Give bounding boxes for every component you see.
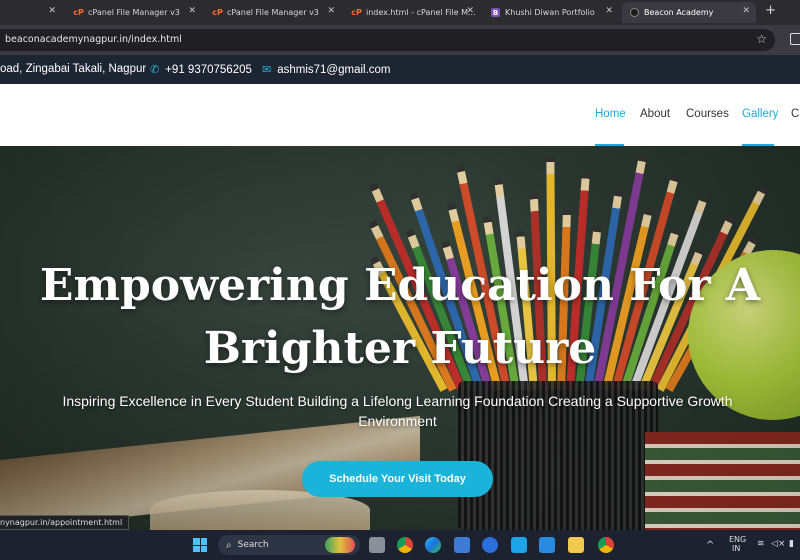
contact-topbar: oad, Zingabai Takali, Nagpur ✆ +91 93707…: [0, 55, 800, 84]
address-text: oad, Zingabai Takali, Nagpur: [0, 63, 147, 75]
tab-title: Beacon Academy: [644, 8, 714, 17]
tab-title: cPanel File Manager v3: [88, 8, 180, 17]
extensions-icon[interactable]: [790, 33, 800, 45]
new-tab-icon[interactable]: +: [765, 3, 776, 18]
windows-start-icon[interactable]: [193, 538, 207, 552]
tab-title: Khushi Diwan Portfolio: [505, 8, 595, 17]
widgets-icon[interactable]: [325, 537, 355, 553]
envelope-icon: ✉: [262, 64, 272, 76]
battery-icon[interactable]: ▮: [789, 539, 794, 549]
close-tab-icon[interactable]: ✕: [327, 6, 335, 16]
schedule-visit-button[interactable]: Schedule Your Visit Today: [302, 461, 493, 497]
close-tab-icon[interactable]: ✕: [466, 6, 474, 16]
lang-region: IN: [732, 544, 741, 553]
phone-icon: ✆: [150, 64, 160, 76]
browser-tab-2[interactable]: cP cPanel File Manager v3 ✕: [66, 2, 202, 23]
notepad-icon[interactable]: [454, 537, 470, 553]
status-url-bubble: nynagpur.in/appointment.html: [0, 515, 130, 530]
phone-info[interactable]: ✆ +91 9370756205: [150, 63, 252, 77]
beacon-icon: [630, 8, 639, 17]
omnibox[interactable]: beaconacademynagpur.in/index.html ☆: [0, 29, 775, 51]
hero-title-line2: Brighter Future: [203, 323, 597, 374]
language-indicator[interactable]: ENG IN: [729, 535, 746, 553]
tab-title: cPanel File Manager v3: [227, 8, 319, 17]
search-placeholder: Search: [237, 540, 269, 550]
browser-tab-4[interactable]: cP index.html - cPanel File M... ✕: [344, 2, 480, 23]
email-info[interactable]: ✉ ashmis71@gmail.com: [262, 63, 391, 77]
url-text: beaconacademynagpur.in/index.html: [5, 34, 182, 45]
volume-icon[interactable]: ◁×: [771, 539, 785, 549]
skype-icon[interactable]: [511, 537, 527, 553]
taskbar: ⌕ Search ^ ENG IN ≋ ◁× ▮: [0, 530, 800, 560]
edge-icon[interactable]: [425, 537, 441, 553]
close-tab-icon[interactable]: ✕: [605, 6, 613, 16]
close-tab-icon[interactable]: ✕: [48, 6, 56, 16]
browser-tab-active[interactable]: Beacon Academy ✕: [622, 2, 756, 23]
site-navbar: Home About Courses Gallery C: [0, 84, 800, 146]
nav-home[interactable]: Home: [595, 108, 626, 120]
hero-subtitle: Inspiring Excellence in Every Student Bu…: [62, 393, 733, 429]
chrome-icon[interactable]: [397, 537, 413, 553]
browser-tab-3[interactable]: cP cPanel File Manager v3 ✕: [205, 2, 341, 23]
hero-title: Empowering Education For A Brighter Futu…: [0, 254, 800, 380]
tray-overflow-icon[interactable]: ^: [706, 540, 714, 551]
tab-title: index.html - cPanel File M...: [366, 8, 476, 17]
folder-icon[interactable]: [568, 537, 584, 553]
address-bar-row: beaconacademynagpur.in/index.html ☆: [0, 25, 800, 55]
browser-tab-1[interactable]: ✕: [0, 2, 62, 23]
nav-gallery[interactable]: Gallery: [742, 108, 778, 120]
nav-contact[interactable]: C: [791, 108, 799, 120]
close-tab-icon[interactable]: ✕: [188, 6, 196, 16]
cpanel-icon: cP: [73, 8, 84, 17]
browser-tab-5[interactable]: B Khushi Diwan Portfolio ✕: [483, 2, 619, 23]
search-icon: ⌕: [226, 539, 232, 551]
nav-courses[interactable]: Courses: [686, 108, 729, 120]
file-explorer-icon[interactable]: [369, 537, 385, 553]
lang-code: ENG: [729, 535, 747, 544]
close-tab-icon[interactable]: ✕: [742, 6, 750, 16]
email-text: ashmis71@gmail.com: [277, 63, 391, 76]
cpanel-icon: cP: [212, 8, 223, 17]
nav-about[interactable]: About: [640, 108, 670, 120]
browser-tab-strip: ✕ cP cPanel File Manager v3 ✕ cP cPanel …: [0, 0, 800, 25]
cpanel-icon: cP: [351, 8, 362, 17]
address-info: oad, Zingabai Takali, Nagpur: [0, 63, 146, 75]
wifi-icon[interactable]: ≋: [757, 539, 765, 549]
chrome-active-icon[interactable]: [598, 537, 614, 553]
bookmark-star-icon[interactable]: ☆: [756, 32, 767, 46]
hero-title-line1: Empowering Education For A: [39, 260, 761, 311]
phone-text: +91 9370756205: [165, 63, 252, 76]
vscode-icon[interactable]: [539, 537, 555, 553]
hero-section: Empowering Education For A Brighter Futu…: [0, 146, 800, 530]
zoom-icon[interactable]: [482, 537, 498, 553]
bootstrap-icon: B: [491, 8, 500, 17]
